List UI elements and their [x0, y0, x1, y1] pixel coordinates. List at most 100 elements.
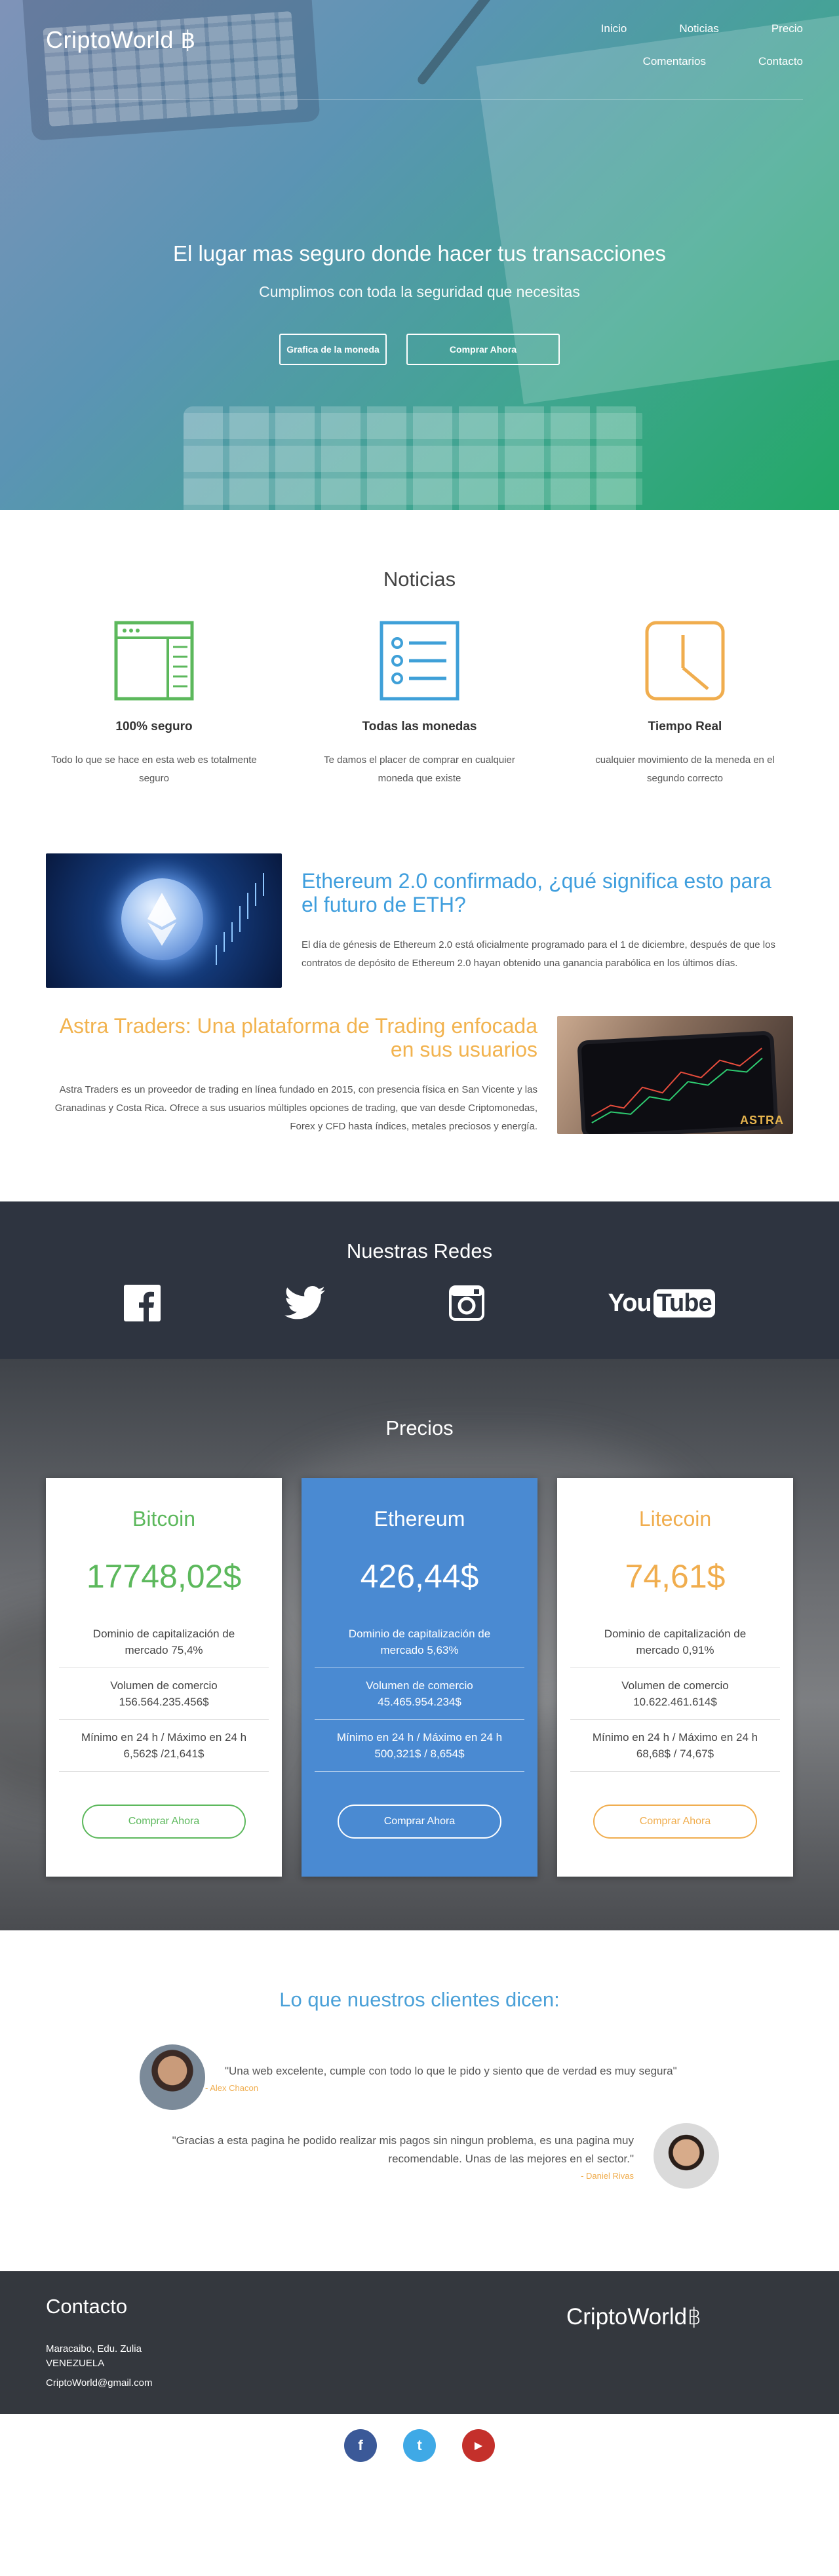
coin-volume-label: Volumen de comercio: [110, 1679, 218, 1692]
coin-price: 17748,02$: [86, 1558, 242, 1595]
feature-text: Te damos el placer de comprar en cualqui…: [324, 754, 515, 784]
nav-item-inicio[interactable]: Inicio: [601, 22, 627, 35]
article-astra: Astra Traders: Una plataforma de Trading…: [46, 1014, 793, 1136]
coin-volume-value: 10.622.461.614$: [633, 1696, 717, 1708]
social-section: Nuestras Redes You Tube: [0, 1201, 839, 1359]
feature-title: 100% seguro: [115, 720, 193, 733]
address-line: Maracaibo, Edu. Zulia: [46, 2343, 142, 2354]
youtube-you-text: You: [608, 1289, 652, 1317]
footer-brand: CriptoWorld฿: [566, 2304, 702, 2330]
coin-range-label: Mínimo en 24 h / Máximo en 24 h: [81, 1731, 247, 1744]
youtube-icon[interactable]: ▶: [462, 2429, 495, 2462]
buy-now-button[interactable]: Comprar Ahora: [406, 334, 560, 365]
twitter-glyph: t: [417, 2437, 422, 2453]
list-icon: [311, 620, 528, 701]
coin-volume-label: Volumen de comercio: [621, 1679, 729, 1692]
brand-logo[interactable]: CriptoWorld ฿: [46, 26, 196, 54]
hero-subtitle: Cumplimos con toda la seguridad que nece…: [259, 283, 580, 300]
article-ethereum: Ethereum 2.0 confirmado, ¿qué significa …: [46, 853, 793, 988]
coin-range-value: 6,562$ /21,641$: [123, 1747, 205, 1760]
coin-range-label: Mínimo en 24 h / Máximo en 24 h: [592, 1731, 758, 1744]
coin-range: Mínimo en 24 h / Máximo en 24 h 68,68$ / …: [570, 1720, 780, 1772]
prices-title: Precios: [385, 1416, 454, 1439]
coin-volume-value: 45.465.954.234$: [378, 1696, 461, 1708]
article-image[interactable]: ASTRA: [557, 1016, 793, 1134]
facebook-icon[interactable]: [124, 1283, 161, 1323]
article-title[interactable]: Ethereum 2.0 confirmado, ¿qué significa …: [302, 869, 793, 916]
price-card-ethereum: Ethereum 426,44$ Dominio de capitalizaci…: [302, 1478, 537, 1877]
feature-text: Todo lo que se hace en esta web es total…: [51, 754, 257, 784]
address-line: VENEZUELA: [46, 2358, 105, 2369]
testimonial-item: "Gracias a esta pagina he podido realiza…: [0, 2123, 719, 2189]
feature-text: cualquier movimiento de la meneda en el …: [595, 754, 775, 784]
coin-volume: Volumen de comercio 156.564.235.456$: [59, 1668, 269, 1720]
testimonial-author: - Daniel Rivas: [581, 2170, 634, 2181]
nav-item-noticias[interactable]: Noticias: [679, 22, 718, 35]
youtube-tube-text: Tube: [653, 1289, 715, 1317]
testimonial-item: "Una web excelente, cumple con todo lo q…: [140, 2044, 839, 2110]
youtube-icon[interactable]: You Tube: [608, 1283, 715, 1323]
clock-icon: [577, 620, 793, 701]
ethereum-coin-icon: [121, 878, 203, 960]
coin-name: Bitcoin: [132, 1507, 196, 1531]
nav-item-contacto[interactable]: Contacto: [758, 55, 803, 68]
buy-litecoin-button[interactable]: Comprar Ahora: [593, 1805, 757, 1839]
social-links: You Tube: [0, 1283, 839, 1323]
coin-volume: Volumen de comercio 10.622.461.614$: [570, 1668, 780, 1720]
facebook-icon[interactable]: f: [344, 2429, 377, 2462]
contact-section: Contacto Maracaibo, Edu. Zulia VENEZUELA…: [0, 2271, 839, 2414]
coin-dominance: Dominio de capitalización de mercado 5,6…: [315, 1616, 524, 1668]
buy-ethereum-button[interactable]: Comprar Ahora: [338, 1805, 501, 1839]
coin-volume: Volumen de comercio 45.465.954.234$: [315, 1668, 524, 1720]
coin-range-value: 500,321$ / 8,654$: [374, 1747, 465, 1760]
twitter-icon[interactable]: [284, 1283, 326, 1323]
hero-buttons: Grafica de la moneda Comprar Ahora: [0, 334, 839, 365]
feature-all-coins: Todas las monedas Te damos el placer de …: [311, 620, 528, 788]
facebook-glyph: f: [358, 2437, 363, 2453]
article-text: El día de génesis de Ethereum 2.0 está o…: [302, 939, 775, 969]
contact-email[interactable]: CriptoWorld@gmail.com: [46, 2377, 153, 2389]
avatar: [654, 2123, 719, 2189]
coin-range: Mínimo en 24 h / Máximo en 24 h 6,562$ /2…: [59, 1720, 269, 1772]
feature-title: Tiempo Real: [648, 720, 722, 733]
nav-item-comentarios[interactable]: Comentarios: [643, 55, 706, 68]
feature-realtime: Tiempo Real cualquier movimiento de la m…: [577, 620, 793, 788]
article-text: Astra Traders es un proveedor de trading…: [54, 1084, 537, 1132]
coin-dominance: Dominio de capitalización de mercado 75,…: [59, 1616, 269, 1668]
coin-price: 74,61$: [625, 1558, 726, 1595]
news-title: Noticias: [383, 568, 456, 591]
contact-address: Maracaibo, Edu. Zulia VENEZUELA: [46, 2342, 142, 2371]
browser-window-icon: [46, 620, 262, 701]
footer-social: f t ▶: [0, 2414, 839, 2477]
nav-item-precio[interactable]: Precio: [771, 22, 803, 35]
feature-secure: 100% seguro Todo lo que se hace en esta …: [46, 620, 262, 788]
features-row: 100% seguro Todo lo que se hace en esta …: [46, 620, 793, 788]
testimonial-author: - Alex Chacon: [205, 2082, 258, 2093]
testimonials-title: Lo que nuestros clientes dicen:: [279, 1988, 560, 2011]
avatar: [140, 2044, 205, 2110]
article-image[interactable]: [46, 853, 282, 988]
testimonial-quote: "Una web excelente, cumple con todo lo q…: [225, 2064, 677, 2077]
article-title[interactable]: Astra Traders: Una plataforma de Trading…: [46, 1014, 537, 1061]
instagram-icon[interactable]: [448, 1283, 484, 1323]
coin-price: 426,44$: [360, 1558, 479, 1595]
social-title: Nuestras Redes: [346, 1239, 493, 1262]
prices-section: Precios Bitcoin 17748,02$ Dominio de cap…: [0, 1359, 839, 1930]
news-section: Noticias 100% seguro Todo lo que se hace…: [0, 510, 839, 1136]
coin-volume-value: 156.564.235.456$: [119, 1696, 209, 1708]
testimonials-section: Lo que nuestros clientes dicen: "Una web…: [0, 1930, 839, 2271]
coin-volume-label: Volumen de comercio: [366, 1679, 473, 1692]
nav-menu: Inicio Noticias Precio Comentarios Conta…: [436, 22, 803, 68]
coin-range-label: Mínimo en 24 h / Máximo en 24 h: [336, 1731, 503, 1744]
hero-text: El lugar mas seguro donde hacer tus tran…: [0, 241, 839, 365]
coin-dominance: Dominio de capitalización de mercado 0,9…: [570, 1616, 780, 1668]
testimonial-quote: "Gracias a esta pagina he podido realiza…: [172, 2134, 634, 2165]
chart-button[interactable]: Grafica de la moneda: [279, 334, 387, 365]
coin-name: Litecoin: [638, 1507, 712, 1531]
price-card-bitcoin: Bitcoin 17748,02$ Dominio de capitalizac…: [46, 1478, 282, 1877]
top-navbar: CriptoWorld ฿ Inicio Noticias Precio Com…: [46, 0, 803, 100]
youtube-glyph: ▶: [474, 2440, 483, 2451]
twitter-icon[interactable]: t: [403, 2429, 436, 2462]
buy-bitcoin-button[interactable]: Comprar Ahora: [82, 1805, 246, 1839]
contact-title: Contacto: [46, 2295, 128, 2318]
